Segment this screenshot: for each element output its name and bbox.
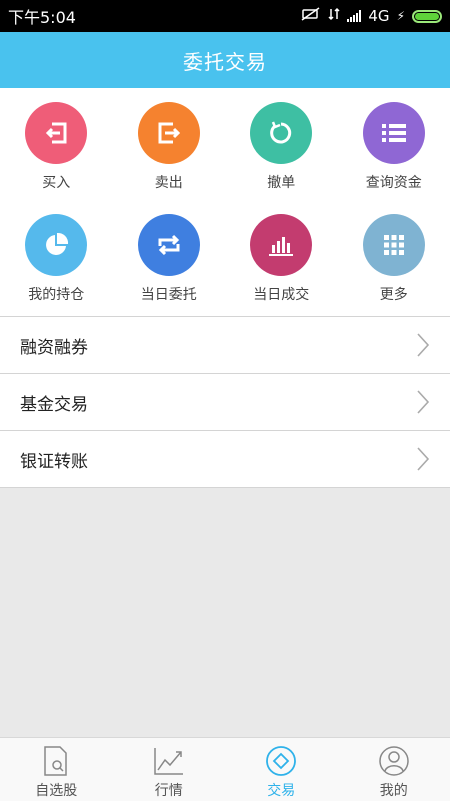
- chevron-right-icon: [416, 446, 430, 472]
- grid-icon: [382, 233, 406, 257]
- more-circle: [363, 214, 425, 276]
- grid-label: 撤单: [267, 172, 295, 192]
- profile-icon: [378, 744, 410, 778]
- menu-item-label: 基金交易: [20, 390, 88, 415]
- grid-item-my-positions[interactable]: 我的持仓: [0, 200, 113, 316]
- today-trades-circle: [250, 214, 312, 276]
- grid-label: 卖出: [155, 172, 183, 192]
- page-title: 委托交易: [183, 46, 267, 75]
- watchlist-icon: [42, 744, 70, 778]
- buy-icon: [43, 120, 69, 146]
- pie-chart-icon: [42, 231, 70, 259]
- sell-circle: [138, 102, 200, 164]
- menu-list: 融资融券 基金交易 银证转账: [0, 316, 450, 488]
- tab-label: 交易: [267, 780, 295, 800]
- sell-icon: [156, 120, 182, 146]
- mute-icon: [301, 7, 321, 25]
- tab-market[interactable]: 行情: [113, 738, 226, 801]
- query-funds-circle: [363, 102, 425, 164]
- tab-label: 我的: [380, 780, 408, 800]
- network-type: 4G: [368, 7, 389, 25]
- grid-label: 买入: [42, 172, 70, 192]
- grid-item-buy[interactable]: 买入: [0, 88, 113, 200]
- grid-item-sell[interactable]: 卖出: [113, 88, 226, 200]
- grid-item-today-trades[interactable]: 当日成交: [225, 200, 338, 316]
- list-icon: [380, 121, 408, 145]
- signal-icon: [347, 10, 361, 22]
- function-grid: 买入 卖出 撤单 查询资金: [0, 88, 450, 316]
- menu-item-margin-trading[interactable]: 融资融券: [0, 317, 450, 374]
- grid-item-more[interactable]: 更多: [338, 200, 450, 316]
- menu-item-fund-trading[interactable]: 基金交易: [0, 374, 450, 431]
- menu-item-bank-transfer[interactable]: 银证转账: [0, 431, 450, 488]
- grid-label: 查询资金: [366, 172, 422, 192]
- tab-label: 行情: [155, 780, 183, 800]
- status-icons: 4G ⚡: [301, 7, 442, 25]
- status-bar: 下午5:04 4G ⚡: [0, 0, 450, 32]
- status-time: 下午5:04: [8, 4, 76, 28]
- grid-label: 更多: [380, 284, 408, 304]
- chevron-right-icon: [416, 389, 430, 415]
- trade-icon: [265, 744, 297, 778]
- tab-label: 自选股: [35, 780, 77, 800]
- buy-circle: [25, 102, 87, 164]
- battery-icon: [412, 10, 442, 23]
- grid-label: 我的持仓: [28, 284, 84, 304]
- cancel-order-circle: [250, 102, 312, 164]
- data-transfer-icon: [328, 7, 340, 25]
- tab-trade[interactable]: 交易: [225, 738, 338, 801]
- tab-profile[interactable]: 我的: [338, 738, 450, 801]
- bottom-tab-bar: 自选股 行情 交易 我的: [0, 737, 450, 801]
- grid-item-today-orders[interactable]: 当日委托: [113, 200, 226, 316]
- chevron-right-icon: [416, 332, 430, 358]
- menu-item-label: 融资融券: [20, 333, 88, 358]
- bar-chart-icon: [267, 232, 295, 258]
- grid-label: 当日成交: [253, 284, 309, 304]
- cancel-order-icon: [267, 119, 295, 147]
- page-header: 委托交易: [0, 32, 450, 88]
- my-positions-circle: [25, 214, 87, 276]
- grid-item-query-funds[interactable]: 查询资金: [338, 88, 450, 200]
- grid-item-cancel-order[interactable]: 撤单: [225, 88, 338, 200]
- menu-item-label: 银证转账: [20, 447, 88, 472]
- today-orders-circle: [138, 214, 200, 276]
- tab-watchlist[interactable]: 自选股: [0, 738, 113, 801]
- charging-icon: ⚡: [397, 9, 405, 23]
- grid-label: 当日委托: [141, 284, 197, 304]
- repeat-icon: [155, 232, 183, 258]
- market-chart-icon: [153, 744, 185, 778]
